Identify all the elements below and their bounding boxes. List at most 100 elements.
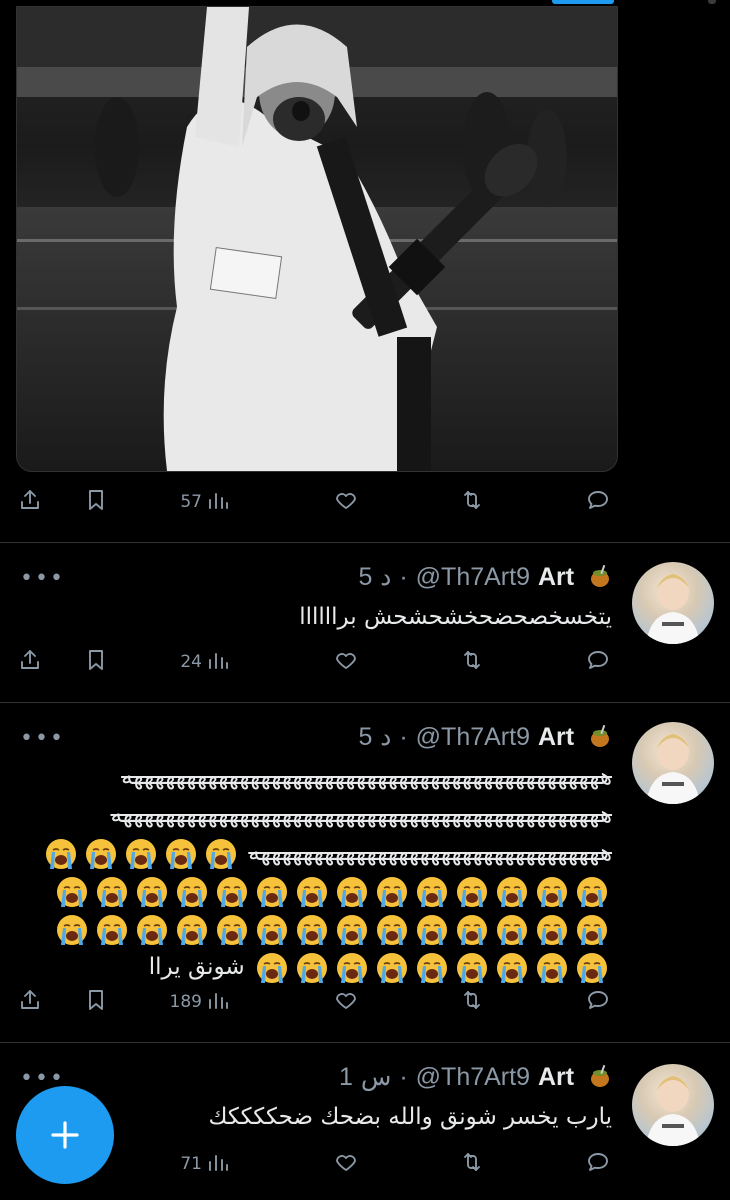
avatar[interactable] [632, 722, 714, 804]
bookmark-icon [89, 490, 103, 510]
like-button[interactable] [334, 488, 362, 516]
time-unit: د [380, 723, 392, 751]
views-count: 189 [169, 992, 202, 1012]
tweet-header: د 5 · @Th7Art9 Art [358, 722, 612, 752]
mate-gourd-icon [591, 564, 609, 587]
separator: · [399, 723, 408, 751]
reply-tweet[interactable]: ••• د 5 · @Th7Art9 Art ههههههههههههههههه… [0, 702, 730, 1042]
retweet-button[interactable] [460, 1150, 488, 1178]
views-button[interactable] [206, 488, 234, 516]
crying-face-icon [215, 913, 249, 947]
time-unit: س [360, 1063, 392, 1091]
mate-gourd-icon [591, 724, 609, 747]
crying-face-icon [455, 951, 489, 985]
like-button[interactable] [334, 1150, 362, 1178]
crying-face-icon [335, 913, 369, 947]
retweet-button[interactable] [460, 988, 488, 1016]
retweet-button[interactable] [460, 488, 488, 516]
crying-face-icon [335, 875, 369, 909]
views-count: 57 [180, 492, 202, 512]
time-num: 5 [358, 563, 373, 591]
retweet-button[interactable] [460, 648, 488, 676]
crying-face-icon [375, 951, 409, 985]
avatar-image [646, 734, 700, 804]
share-button[interactable] [18, 488, 46, 516]
bookmark-icon [89, 990, 103, 1010]
plus-icon [51, 1121, 79, 1149]
reply-button[interactable] [586, 488, 614, 516]
crying-face-icon [495, 913, 529, 947]
crying-face-icon [164, 837, 198, 871]
share-button[interactable] [18, 988, 46, 1016]
reply-button[interactable] [586, 988, 614, 1016]
views-button[interactable] [206, 1150, 234, 1178]
share-button[interactable] [18, 648, 46, 676]
crying-face-icon [295, 951, 329, 985]
avatar-image [646, 574, 700, 644]
separator: · [399, 1063, 408, 1091]
crying-face-icon [455, 913, 489, 947]
like-button[interactable] [334, 648, 362, 676]
user-name[interactable]: Art [538, 563, 574, 591]
views-count: 71 [180, 1154, 202, 1174]
compose-button[interactable] [16, 1086, 114, 1184]
crying-emoji-group [41, 838, 241, 869]
share-icon [21, 990, 39, 1009]
reply-button[interactable] [586, 648, 614, 676]
views-icon [209, 653, 228, 669]
crying-face-icon [335, 951, 369, 985]
crying-face-icon [255, 913, 289, 947]
crying-face-icon [295, 875, 329, 909]
reply-icon [588, 1153, 608, 1171]
crying-face-icon [135, 875, 169, 909]
retweet-icon [464, 991, 480, 1009]
bookmark-button[interactable] [84, 988, 112, 1016]
laugh-line-with-emoji: هههههههههههههههههههههههههههههههههه [12, 834, 613, 872]
user-name[interactable]: Art [538, 1063, 574, 1091]
like-button[interactable] [334, 988, 362, 1016]
time-unit: د [380, 563, 392, 591]
user-handle[interactable]: @Th7Art9 [416, 1063, 530, 1091]
emoji-row [12, 910, 612, 948]
crying-face-icon [84, 837, 118, 871]
avatar[interactable] [632, 1064, 714, 1146]
views-button[interactable] [206, 988, 234, 1016]
views-icon [209, 993, 228, 1009]
time-num: 5 [358, 723, 373, 751]
crying-face-icon [215, 875, 249, 909]
views-button[interactable] [206, 648, 234, 676]
emoji-row [12, 872, 612, 910]
crying-face-icon [455, 875, 489, 909]
user-handle[interactable]: @Th7Art9 [416, 563, 530, 591]
crying-face-icon [415, 875, 449, 909]
heart-icon [336, 993, 356, 1009]
scroll-indicator [552, 0, 614, 4]
crying-face-icon [135, 913, 169, 947]
bookmark-button[interactable] [84, 648, 112, 676]
reply-button[interactable] [586, 1150, 614, 1178]
avatar[interactable] [632, 562, 714, 644]
more-options-button[interactable]: ••• [20, 728, 65, 750]
user-name[interactable]: Art [538, 723, 574, 751]
crying-face-icon [55, 913, 89, 947]
tail-text: شونق يراا [148, 954, 245, 980]
emoji-row: شونق يراا [12, 948, 612, 986]
user-handle[interactable]: @Th7Art9 [416, 723, 530, 751]
heart-icon [336, 1155, 356, 1171]
retweet-icon [464, 1153, 480, 1171]
crying-face-icon [175, 875, 209, 909]
more-options-button[interactable]: ••• [20, 1068, 65, 1090]
more-options-button[interactable]: ••• [20, 568, 65, 590]
crying-face-icon [255, 951, 289, 985]
post-image[interactable] [16, 6, 618, 472]
crying-emoji-group [252, 952, 612, 983]
views-count: 24 [180, 652, 202, 672]
bookmark-button[interactable] [84, 488, 112, 516]
tweet-header: د 5 · @Th7Art9 Art [358, 562, 612, 592]
crying-face-icon [124, 837, 158, 871]
heart-icon [336, 653, 356, 669]
reply-tweet[interactable]: ••• د 5 · @Th7Art9 Art يتخسخصحضحخشحشحش ب… [0, 542, 730, 702]
crying-face-icon [204, 837, 238, 871]
retweet-icon [464, 491, 480, 509]
mate-gourd-icon [591, 1064, 609, 1087]
